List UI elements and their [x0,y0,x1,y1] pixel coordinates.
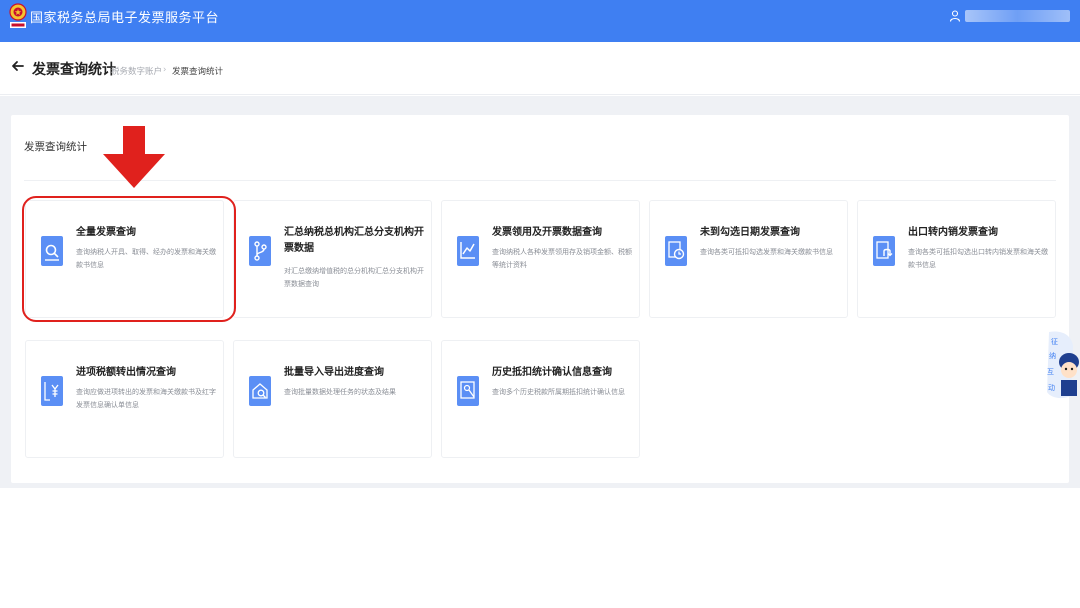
user-name[interactable]: 郝 [965,10,1070,22]
helper-label-char: 征 [1051,337,1058,346]
breadcrumb-separator: › [163,65,167,75]
helper-mascot-icon[interactable]: 征 纳 互 动 [1041,330,1080,400]
card-historical-deduction-query[interactable]: 历史抵扣统计确认信息查询 查询多个历史税款所属期抵扣统计确认信息 [441,340,640,458]
card-future-check-date-query[interactable]: 未到勾选日期发票查询 查询各类可抵扣勾选发票和海关缴款书信息 [649,200,848,318]
highlight-annotation [22,196,236,322]
card-title: 发票领用及开票数据查询 [492,227,602,238]
folder-search-icon [249,376,271,406]
image-search-icon [457,376,479,406]
card-invoice-usage-query[interactable]: 发票领用及开票数据查询 查询纳税人各种发票领用存及销项金额、税额等统计资料 [441,200,640,318]
card-title: 汇总纳税总机构汇总分支机构开票数据 [284,227,424,254]
card-description: 查询多个历史税款所属期抵扣统计确认信息 [492,388,625,396]
card-title: 批量导入导出进度查询 [284,367,384,378]
branch-icon [249,236,271,266]
back-arrow-icon[interactable] [11,59,25,73]
card-branch-invoice-data[interactable]: 汇总纳税总机构汇总分支机构开票数据 对汇总缴纳增值税的总分机构汇总分支机构开票数… [233,200,432,318]
helper-label-char: 纳 [1049,351,1056,360]
red-down-arrow-icon [103,126,165,188]
card-description: 查询各类可抵扣勾选出口转内销发票和海关缴款书信息 [908,248,1048,269]
top-header: 国家税务总局电子发票服务平台 郝 [0,0,1080,42]
card-description: 查询纳税人各种发票领用存及销项金额、税额等统计资料 [492,248,632,269]
card-input-tax-transfer-query[interactable]: 进项税额转出情况查询 查询应做进项转出的发票和海关缴款书及红字发票信息确认单信息 [25,340,224,458]
helper-label-char: 互 [1047,368,1054,376]
helper-label-char: 动 [1048,383,1055,392]
card-title: 历史抵扣统计确认信息查询 [492,367,612,378]
card-description: 对汇总缴纳增值税的总分机构汇总分支机构开票数据查询 [284,267,424,288]
breadcrumb-bar: 发票查询统计 税务数字账户 › 发票查询统计 [0,42,1080,95]
app-title: 国家税务总局电子发票服务平台 [30,11,220,26]
return-doc-icon [873,236,895,266]
tax-emblem-icon [9,3,27,28]
section-title: 发票查询统计 [24,141,87,153]
section-divider [24,180,1056,181]
yen-doc-icon [41,376,63,406]
card-description: 查询批量数据处理任务的状态及结果 [284,388,396,396]
user-menu[interactable]: 郝 [949,6,1080,26]
card-batch-import-export-query[interactable]: 批量导入导出进度查询 查询批量数据处理任务的状态及结果 [233,340,432,458]
clock-doc-icon [665,236,687,266]
card-description: 查询应做进项转出的发票和海关缴款书及红字发票信息确认单信息 [76,388,216,409]
card-description: 查询各类可抵扣勾选发票和海关缴款书信息 [700,248,833,256]
breadcrumb-item-current: 发票查询统计 [172,67,224,77]
page-title: 发票查询统计 [32,62,116,78]
card-title: 出口转内销发票查询 [908,227,998,238]
user-icon[interactable] [949,10,961,22]
card-export-to-domestic-query[interactable]: 出口转内销发票查询 查询各类可抵扣勾选出口转内销发票和海关缴款书信息 [857,200,1056,318]
card-title: 进项税额转出情况查询 [76,367,176,378]
chart-doc-icon [457,236,479,266]
card-title: 未到勾选日期发票查询 [700,227,800,238]
breadcrumb-item-tax-account[interactable]: 税务数字账户 [111,65,162,77]
